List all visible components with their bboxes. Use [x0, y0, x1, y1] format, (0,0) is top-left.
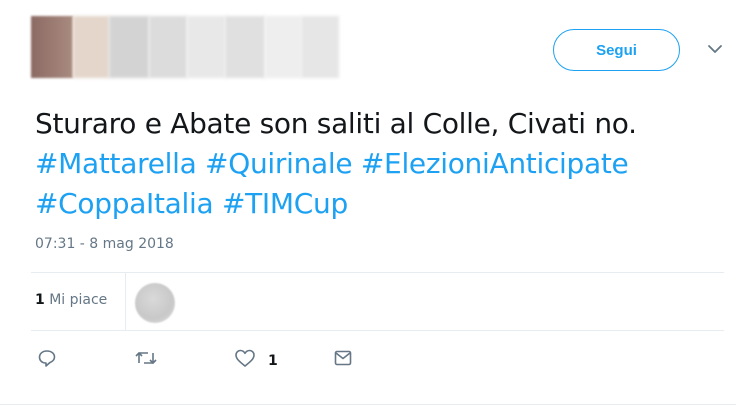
likes-label: Mi piace — [49, 292, 108, 308]
tweet-card: Segui Sturaro e Abate son saliti al Coll… — [0, 0, 736, 409]
likes-count-link[interactable]: 1 Mi piace — [35, 292, 107, 308]
follow-button-label: Segui — [596, 41, 637, 59]
tweet-text-line: #CoppaItalia #TIMCup — [35, 184, 715, 224]
chevron-down-icon[interactable] — [706, 40, 724, 58]
follow-button[interactable]: Segui — [553, 29, 680, 71]
hashtag-link[interactable]: #CoppaItalia — [35, 187, 214, 220]
tweet-plain-text: Sturaro e Abate son saliti al Colle, Civ… — [35, 107, 637, 140]
reply-icon — [37, 348, 57, 373]
tweet-text-line: #Mattarella #Quirinale #ElezioniAnticipa… — [35, 144, 715, 184]
tweet-timestamp[interactable]: 07:31 - 8 mag 2018 — [35, 236, 174, 252]
like-count: 1 — [268, 352, 278, 369]
divider — [31, 330, 724, 331]
author-name-blurred[interactable] — [73, 16, 339, 78]
hashtag-link[interactable]: #Mattarella — [35, 147, 197, 180]
like-button[interactable]: 1 — [234, 348, 278, 373]
blur-block — [149, 16, 187, 78]
envelope-icon — [333, 348, 353, 373]
avatar[interactable] — [31, 16, 73, 78]
retweet-icon — [135, 348, 157, 373]
liker-avatar[interactable] — [135, 283, 175, 323]
divider — [0, 404, 736, 405]
tweet-stats: 1 Mi piace — [31, 273, 724, 330]
blur-block — [301, 16, 339, 78]
tweet-text-line: Sturaro e Abate son saliti al Colle, Civ… — [35, 104, 715, 144]
tweet-header: Segui — [31, 16, 724, 78]
direct-message-button[interactable] — [333, 348, 353, 373]
stats-separator — [125, 273, 126, 330]
tweet-text: Sturaro e Abate son saliti al Colle, Civ… — [35, 104, 715, 224]
blur-block — [265, 16, 301, 78]
likes-number: 1 — [35, 292, 45, 308]
blur-block — [225, 16, 265, 78]
blur-block — [73, 16, 109, 78]
tweet-actions: 1 — [31, 340, 724, 380]
heart-icon — [234, 348, 256, 373]
retweet-button[interactable] — [135, 348, 157, 373]
hashtag-link[interactable]: #Quirinale — [205, 147, 353, 180]
reply-button[interactable] — [37, 348, 57, 373]
blur-block — [109, 16, 149, 78]
hashtag-link[interactable]: #TIMCup — [222, 187, 348, 220]
hashtag-link[interactable]: #ElezioniAnticipate — [361, 147, 629, 180]
blur-block — [187, 16, 225, 78]
